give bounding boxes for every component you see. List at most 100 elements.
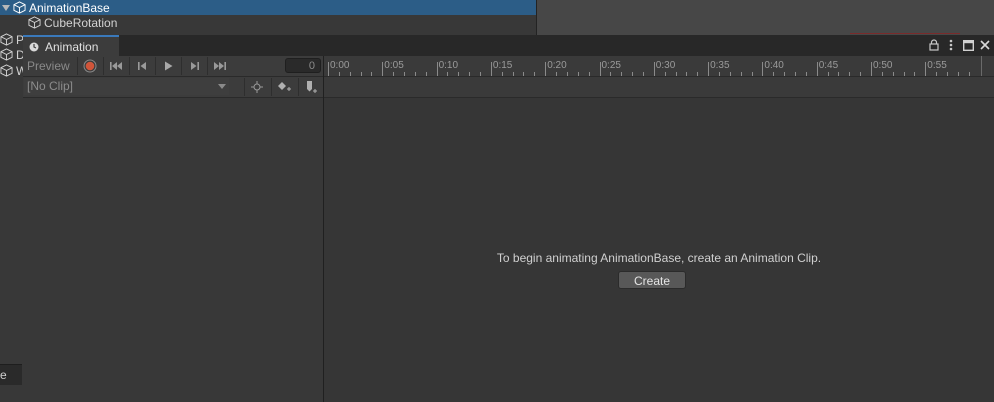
next-keyframe-button[interactable] xyxy=(181,57,206,75)
last-keyframe-button[interactable] xyxy=(207,57,232,75)
hierarchy-item-animationbase[interactable]: AnimationBase xyxy=(0,0,536,15)
timeline-ruler[interactable]: 0:00 0:05 0:10 0:15 0:20 0:25 0:30 0:35 0:40 0:45… xyxy=(324,56,994,77)
ruler-minor-tick xyxy=(556,72,558,76)
cube-icon xyxy=(0,64,13,77)
add-event-button[interactable] xyxy=(298,78,323,96)
tab-animation[interactable]: Animation xyxy=(23,35,119,56)
cube-icon xyxy=(0,33,13,46)
ruler-major-tick xyxy=(925,62,927,76)
dopesheet-area: To begin animating AnimationBase, create… xyxy=(324,98,994,402)
filter-by-selection-button[interactable] xyxy=(244,78,269,96)
cube-icon xyxy=(0,48,13,61)
ruler-major-tick xyxy=(708,62,710,76)
ruler-minor-tick xyxy=(675,72,677,76)
clock-icon xyxy=(29,42,39,51)
ruler-minor-tick xyxy=(534,72,536,76)
ruler-minor-tick xyxy=(523,72,525,76)
create-clip-button[interactable]: Create xyxy=(618,271,686,289)
ruler-minor-tick xyxy=(914,72,916,76)
ruler-tick-label: 0:50 xyxy=(873,60,893,71)
scene-highlight-line xyxy=(850,33,960,34)
clip-dropdown[interactable]: [No Clip] xyxy=(24,78,229,95)
ruler-minor-tick xyxy=(610,72,612,76)
crosshair-icon xyxy=(251,81,263,93)
ruler-minor-tick xyxy=(881,72,883,76)
ruler-minor-tick xyxy=(425,72,427,76)
ruler-major-tick xyxy=(871,62,872,76)
ruler-minor-tick xyxy=(957,72,959,76)
maximize-icon[interactable] xyxy=(961,38,975,52)
ruler-minor-tick xyxy=(512,72,514,76)
ruler-major-tick xyxy=(653,62,655,76)
current-frame-field[interactable]: 0 xyxy=(285,58,321,73)
ruler-minor-tick xyxy=(393,72,395,76)
ruler-minor-tick xyxy=(936,72,938,76)
ruler-major-tick xyxy=(328,62,329,76)
ruler-minor-tick xyxy=(566,72,568,76)
play-button[interactable] xyxy=(155,57,180,75)
ruler-minor-tick xyxy=(805,72,807,76)
step-forward-icon xyxy=(190,62,199,70)
add-keyframe-button[interactable] xyxy=(271,78,296,96)
ruler-tick-label: 0:35 xyxy=(710,60,730,71)
ruler-minor-tick xyxy=(968,72,970,76)
clip-dropdown-value: [No Clip] xyxy=(27,79,74,93)
cube-icon xyxy=(28,16,41,29)
ruler-tick-label: 0:00 xyxy=(330,60,350,71)
ruler-tick-label: 0:20 xyxy=(547,60,567,71)
cube-icon xyxy=(13,1,26,14)
play-icon xyxy=(164,61,172,71)
tab-label: Animation xyxy=(45,39,99,54)
ruler-minor-tick xyxy=(642,72,644,76)
animation-window: Animation Preview 0 [No Clip] 0:00 0:05 … xyxy=(23,35,994,402)
record-button[interactable] xyxy=(77,57,102,75)
ruler-tick-label: 0:15 xyxy=(492,60,513,71)
first-keyframe-button[interactable] xyxy=(103,57,128,75)
ruler-minor-tick xyxy=(794,72,796,76)
property-list-panel xyxy=(23,98,323,402)
ruler-minor-tick xyxy=(718,72,720,76)
hierarchy-item-partial[interactable]: D xyxy=(0,47,25,62)
ruler-minor-tick xyxy=(849,72,851,76)
ruler-minor-tick xyxy=(349,72,351,76)
ruler-tick-label: 0:05 xyxy=(384,60,404,71)
ruler-minor-tick xyxy=(632,72,634,76)
ruler-minor-tick xyxy=(501,72,503,76)
ruler-minor-tick xyxy=(404,72,406,76)
ruler-major-tick xyxy=(762,62,764,76)
ruler-minor-tick xyxy=(751,72,753,76)
ruler-minor-tick xyxy=(338,72,340,76)
ruler-minor-tick xyxy=(827,72,829,76)
more-options-icon[interactable] xyxy=(945,38,957,52)
ruler-minor-tick xyxy=(588,72,590,76)
tab-bar: Animation xyxy=(23,35,994,56)
record-icon xyxy=(83,59,97,73)
ruler-minor-tick xyxy=(469,72,471,76)
ruler-major-tick xyxy=(545,62,547,76)
hierarchy-item-partial[interactable]: P xyxy=(0,32,24,47)
preview-button[interactable]: Preview xyxy=(23,56,76,76)
ruler-minor-tick xyxy=(740,72,742,76)
previous-keyframe-button[interactable] xyxy=(129,57,154,75)
ruler-minor-tick xyxy=(621,72,623,76)
partial-panel-tab[interactable]: e xyxy=(0,364,22,385)
hierarchy-item-label: AnimationBase xyxy=(29,0,110,15)
ruler-minor-tick xyxy=(838,72,840,76)
fold-arrow-icon[interactable] xyxy=(2,4,10,11)
ruler-minor-tick xyxy=(447,72,449,76)
ruler-major-tick xyxy=(382,62,384,76)
scene-view-panel xyxy=(537,0,994,36)
ruler-minor-tick xyxy=(784,72,786,76)
animation-toolbar: Preview 0 xyxy=(23,56,323,77)
timeline-end-marker xyxy=(981,56,982,76)
close-icon[interactable] xyxy=(978,38,992,52)
lock-icon[interactable] xyxy=(928,38,940,52)
ruler-tick-label: 0:10 xyxy=(438,60,459,71)
ruler-tick-label: 0:45 xyxy=(818,60,839,71)
add-event-icon xyxy=(307,80,317,93)
ruler-tick-label: 0:55 xyxy=(927,60,947,71)
hierarchy-item-cuberotation[interactable]: CubeRotation xyxy=(0,15,536,30)
events-row[interactable] xyxy=(324,77,994,98)
clip-row: [No Clip] xyxy=(23,77,323,98)
ruler-minor-tick xyxy=(577,72,579,76)
